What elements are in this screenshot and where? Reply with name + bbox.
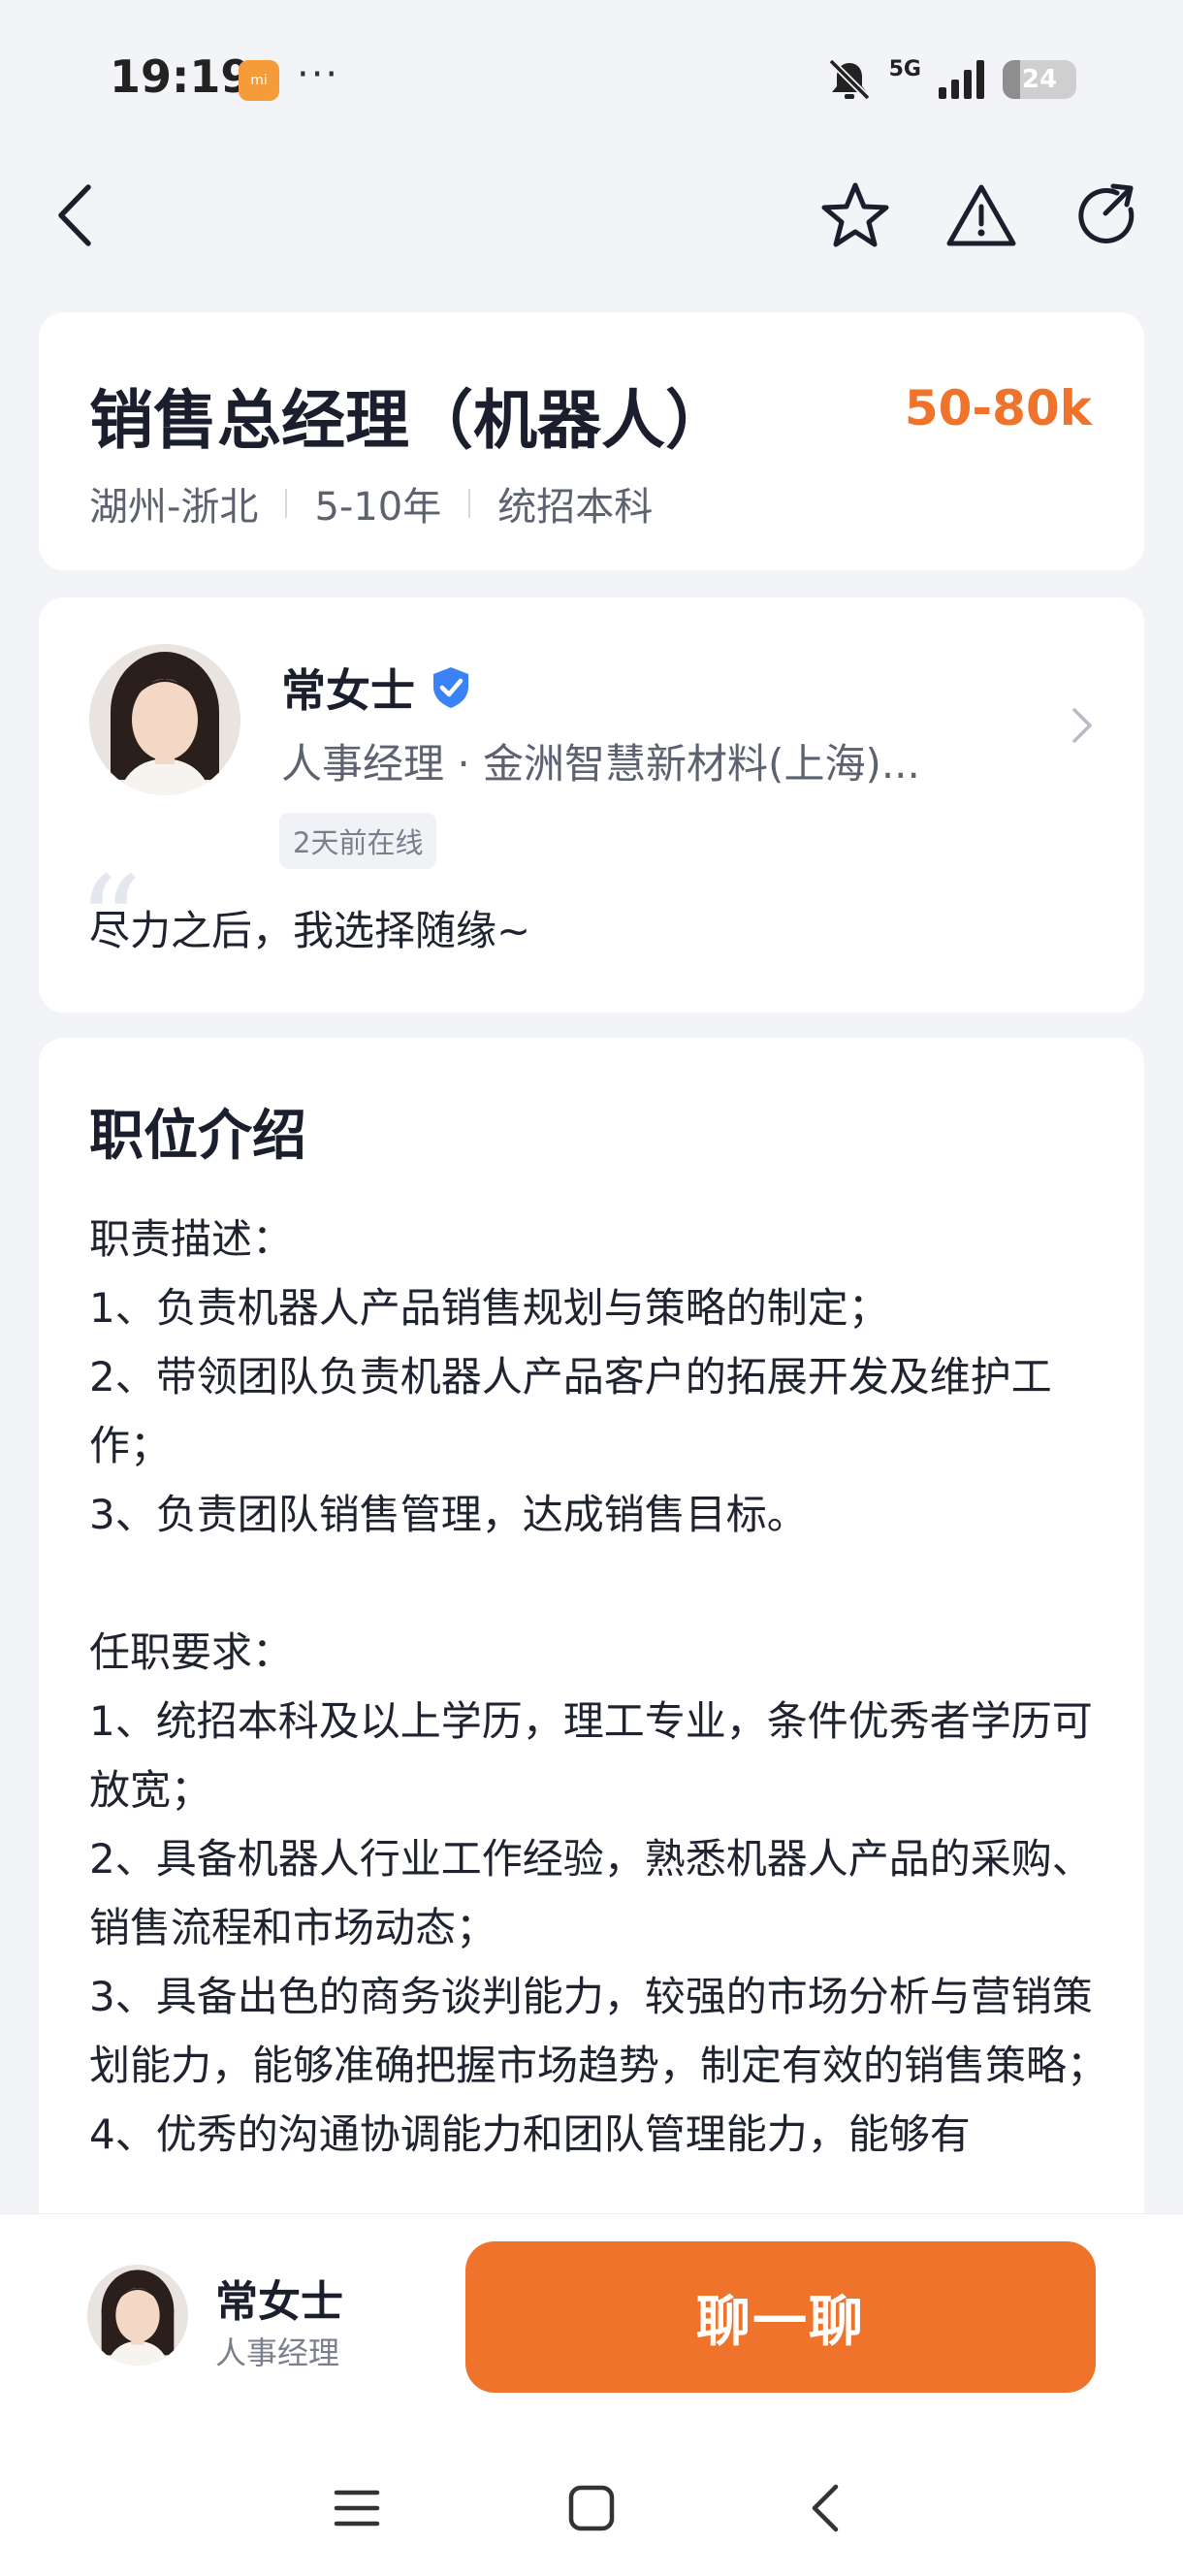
job-header-card: 销售总经理（机器人） 50-80k 湖州-浙北 5-10年 统招本科 [39, 312, 1144, 570]
menu-button[interactable] [328, 2479, 386, 2537]
job-description-card: 职位介绍 职责描述： 1、负责机器人产品销售规划与策略的制定； 2、带领团队负责… [39, 1038, 1144, 2299]
description-line: 1、负责机器人产品销售规划与策略的制定； [89, 1284, 889, 1332]
description-line: 1、统招本科及以上学历，理工专业，条件优秀者学历可放宽； [89, 1697, 1093, 1814]
system-nav-bar [0, 2436, 1183, 2576]
network-type: 5G [888, 57, 921, 81]
description-line: 2、带领团队负责机器人产品客户的拓展开发及维护工作； [89, 1353, 1052, 1469]
meta-divider [468, 489, 471, 518]
report-button[interactable] [943, 177, 1020, 254]
home-icon [568, 2485, 615, 2531]
status-time: 19:19 [110, 50, 252, 103]
description-line: 3、具备出色的商务谈判能力，较强的市场分析与营销策划能力，能够准确把握市场趋势，… [89, 1973, 1108, 2089]
status-bar: 19:19 mi ··· 5G 24 [0, 0, 1183, 155]
recruiter-role: 人事经理 [215, 2334, 340, 2371]
recruiter-name-row: 常女士 [281, 656, 473, 720]
meta-divider [285, 489, 288, 518]
recruiter-card[interactable]: 常女士 人事经理 · 金洲智慧新材料(上海)... 2天前在线 “ 尽力之后，我… [39, 597, 1144, 1013]
chevron-right-icon [1072, 708, 1092, 743]
mute-icon [828, 58, 871, 101]
online-status-badge: 2天前在线 [279, 813, 437, 869]
job-title: 销售总经理（机器人） [89, 383, 729, 458]
job-experience: 5-10年 [314, 485, 442, 530]
recruiter-motto: 尽力之后，我选择随缘~ [89, 907, 531, 954]
status-indicators: 5G 24 [825, 50, 1076, 109]
description-line: 2、具备机器人行业工作经验，熟悉机器人产品的采购、销售流程和市场动态； [89, 1835, 1093, 1951]
star-icon [821, 182, 889, 247]
recruiter-company: 人事经理 · 金洲智慧新材料(上海)... [281, 740, 920, 788]
verified-icon [433, 667, 468, 708]
avatar[interactable] [87, 2265, 188, 2366]
job-education: 统招本科 [497, 485, 654, 530]
recruiter-name: 常女士 [281, 664, 415, 717]
job-salary: 50-80k [904, 380, 1092, 436]
description-line: 任职要求： [89, 1628, 294, 1676]
recruiter-name: 常女士 [215, 2277, 343, 2327]
menu-icon [334, 2490, 380, 2527]
chat-button[interactable]: 聊一聊 [465, 2241, 1096, 2393]
job-location: 湖州-浙北 [89, 485, 259, 530]
share-icon [1078, 183, 1135, 243]
system-back-button[interactable] [797, 2479, 855, 2537]
back-button[interactable] [37, 177, 114, 254]
avatar[interactable] [89, 644, 240, 795]
battery-percent: 24 [1021, 65, 1058, 94]
battery-icon: 24 [1003, 60, 1076, 99]
back-icon [812, 2484, 839, 2532]
bottom-action-bar: 常女士 人事经理 聊一聊 [0, 2213, 1183, 2436]
section-title: 职位介绍 [89, 1105, 306, 1168]
description-line: 3、负责团队销售管理，达成销售目标。 [89, 1491, 808, 1538]
job-meta: 湖州-浙北 5-10年 统招本科 [89, 475, 653, 531]
signal-icon [939, 60, 984, 99]
job-description-text: 职责描述： 1、负责机器人产品销售规划与策略的制定； 2、带领团队负责机器人产品… [89, 1205, 1117, 2169]
description-line: 4、优秀的沟通协调能力和团队管理能力，能够有 [89, 2110, 971, 2158]
home-button[interactable] [562, 2479, 621, 2537]
more-notifications-icon: ··· [297, 52, 340, 97]
description-line: 职责描述： [89, 1215, 294, 1263]
app-notification-icon: mi [239, 60, 279, 101]
favorite-button[interactable] [816, 177, 894, 254]
back-icon [58, 184, 91, 246]
description-line [89, 1549, 1117, 1618]
share-button[interactable] [1069, 177, 1146, 254]
warning-icon [946, 184, 1016, 246]
